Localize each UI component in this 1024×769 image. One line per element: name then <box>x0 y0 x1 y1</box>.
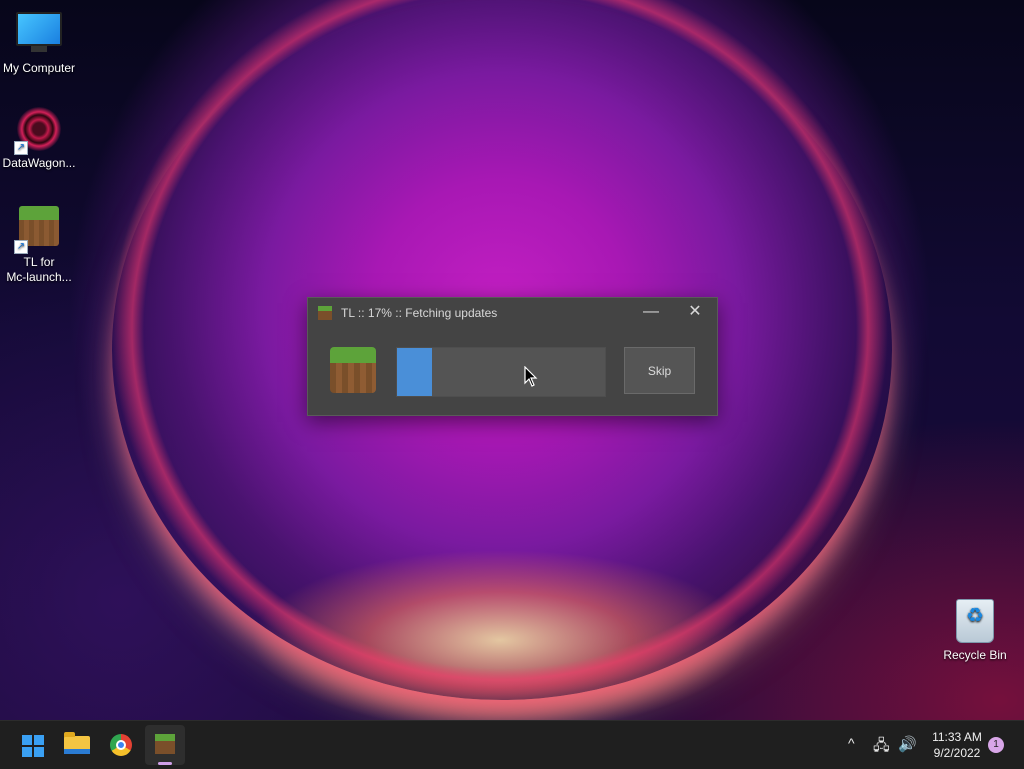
clock-time: 11:33 AM <box>932 730 982 744</box>
show-hidden-icons-chevron-icon[interactable]: ^ <box>848 735 855 751</box>
network-icon[interactable]: 🖧 <box>873 735 890 760</box>
file-explorer-button[interactable] <box>57 725 97 765</box>
datawagon-app-icon: ↗ <box>14 107 62 155</box>
volume-icon[interactable]: 🔊 <box>898 735 917 753</box>
minecraft-grass-block-icon <box>318 306 332 320</box>
minecraft-grass-block-icon <box>330 347 376 393</box>
desktop-icon-datawagon[interactable]: ↗ DataWagon... <box>0 106 81 171</box>
mouse-cursor-icon <box>524 366 538 387</box>
tl-launcher-taskbar-button[interactable] <box>145 725 185 765</box>
desktop-icon-tl-launcher[interactable]: ↗ TL for Mc-launch... <box>0 203 81 285</box>
windows-logo-icon <box>22 735 44 757</box>
taskbar: ^ 🖧 🔊 11:33 AM 9/2/2022 1 <box>0 720 1024 769</box>
minecraft-grass-block-icon: ↗ <box>14 206 62 254</box>
update-dialog: TL :: 17% :: Fetching updates — ✕ Skip <box>307 297 718 416</box>
progress-fill <box>397 348 433 396</box>
skip-button[interactable]: Skip <box>624 347 695 394</box>
dialog-titlebar[interactable]: TL :: 17% :: Fetching updates — ✕ <box>308 298 717 328</box>
desktop-icon-my-computer[interactable]: My Computer <box>0 10 81 76</box>
desktop-icon-label: Recycle Bin <box>943 648 1007 662</box>
folder-icon <box>64 732 90 754</box>
recycle-bin-icon: ♻ <box>952 599 998 645</box>
dialog-title: TL :: 17% :: Fetching updates <box>341 306 498 320</box>
clock[interactable]: 11:33 AM 9/2/2022 <box>924 729 990 761</box>
chrome-icon <box>110 734 132 756</box>
clock-date: 9/2/2022 <box>933 746 981 760</box>
active-app-indicator <box>158 762 172 765</box>
chrome-button[interactable] <box>101 725 141 765</box>
desktop-icon-recycle-bin[interactable]: ♻ Recycle Bin <box>933 597 1017 663</box>
minecraft-grass-block-icon <box>155 734 175 754</box>
update-progress-bar <box>396 347 606 397</box>
computer-icon <box>16 12 62 58</box>
close-button[interactable]: ✕ <box>673 298 717 328</box>
shortcut-arrow-icon: ↗ <box>14 141 28 155</box>
notification-badge[interactable]: 1 <box>988 737 1004 753</box>
start-button[interactable] <box>12 725 52 765</box>
desktop-icon-label: My Computer <box>2 61 76 75</box>
shortcut-arrow-icon: ↗ <box>14 240 28 254</box>
desktop-icon-label: DataWagon... <box>2 156 76 170</box>
minimize-button[interactable]: — <box>629 298 673 328</box>
desktop-icon-label: TL for Mc-launch... <box>6 255 72 284</box>
